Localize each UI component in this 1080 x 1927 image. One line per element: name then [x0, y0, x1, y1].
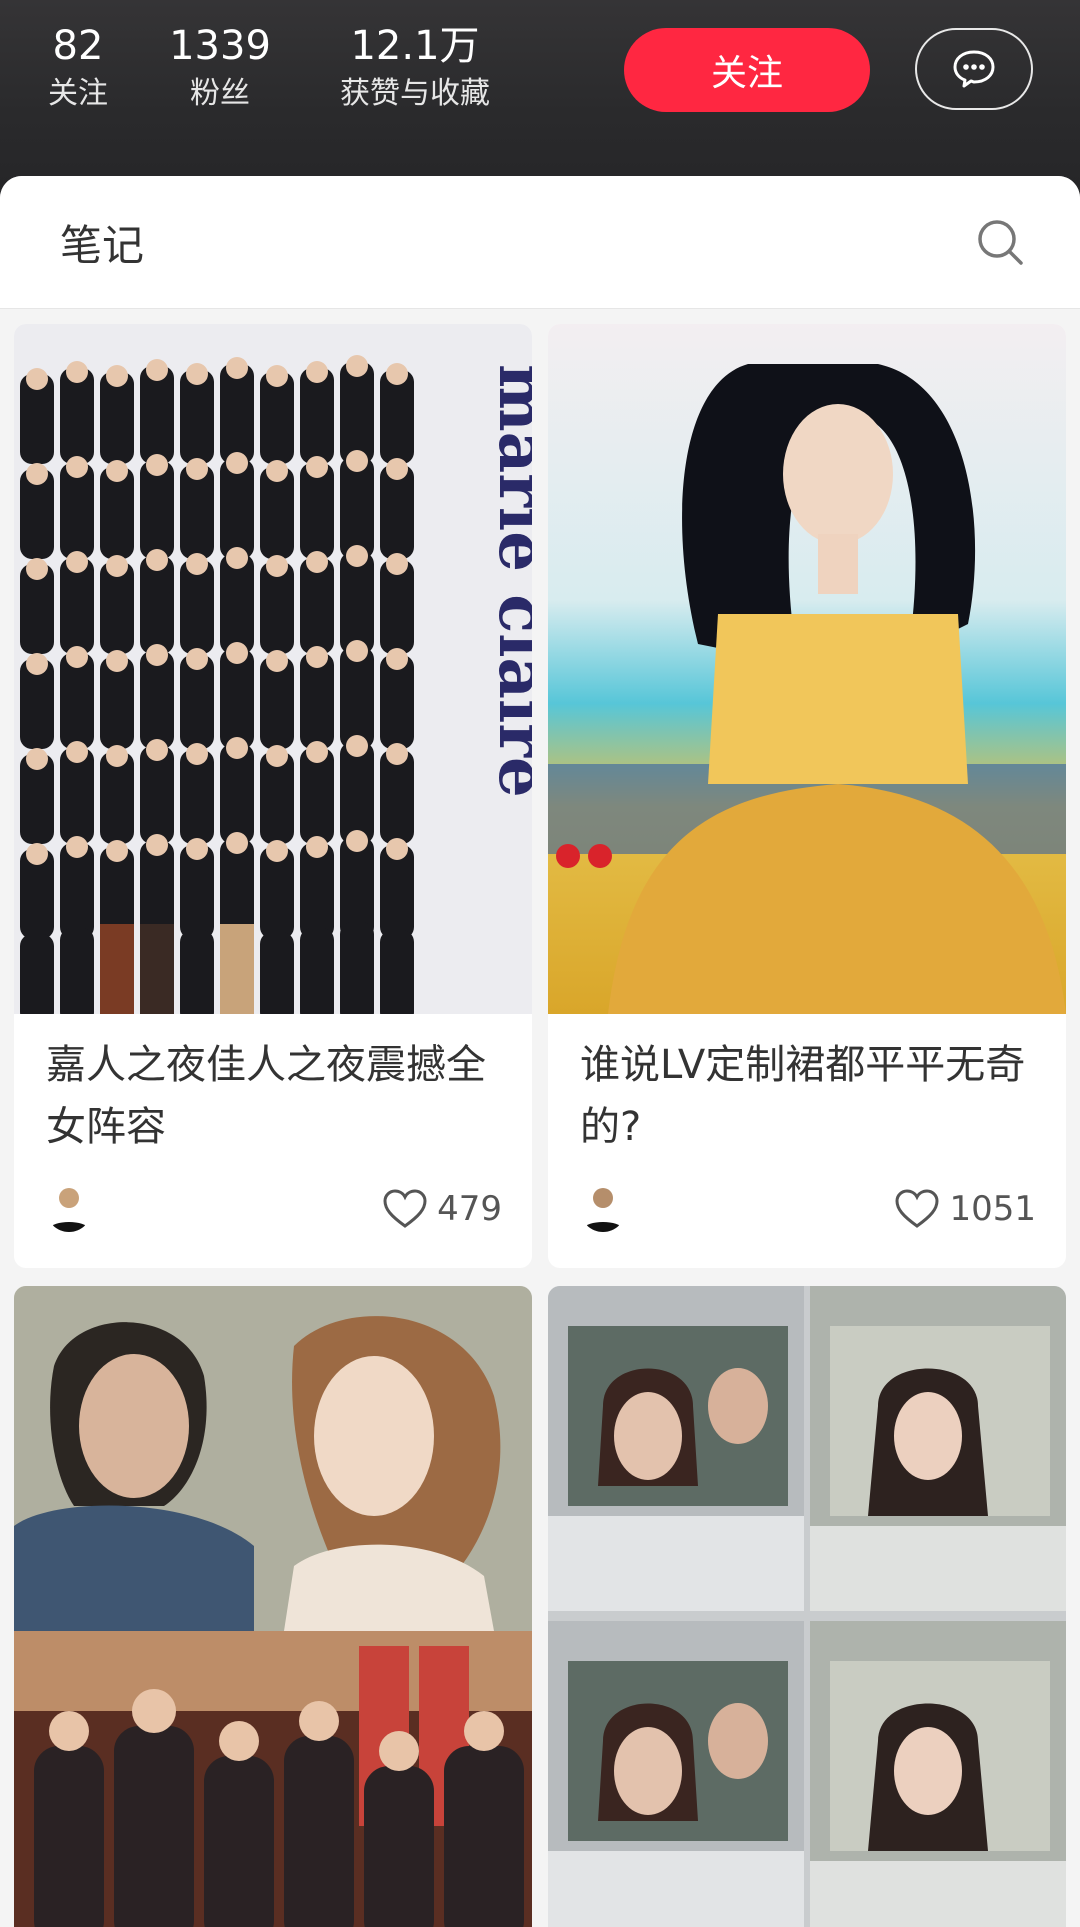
profile-header: 82 关注 1339 粉丝 12.1万 获赞与收藏 关注	[0, 0, 1080, 190]
follow-button[interactable]: 关注	[624, 28, 870, 112]
author-avatar[interactable]	[46, 1186, 92, 1232]
note-card[interactable]: 谁说LV定制裙都平平无奇的? 1051	[548, 324, 1066, 1268]
like-count: 479	[437, 1189, 502, 1229]
heart-icon	[895, 1189, 939, 1228]
following-stat[interactable]: 82 关注	[38, 20, 118, 116]
note-title: 嘉人之夜佳人之夜震撼全女阵容	[46, 1042, 486, 1150]
like-counter[interactable]: 1051	[895, 1186, 1036, 1232]
author-avatar[interactable]	[580, 1186, 626, 1232]
following-count: 82	[52, 23, 104, 69]
note-cover-image	[14, 1286, 532, 1927]
followers-stat[interactable]: 1339 粉丝	[168, 20, 272, 116]
likes-collections-count: 12.1万	[350, 23, 480, 69]
likes-collections-label: 获赞与收藏	[340, 76, 490, 111]
cover-magazine-title: marie claire	[484, 364, 532, 798]
like-count: 1051	[949, 1189, 1036, 1229]
note-title: 谁说LV定制裙都平平无奇的?	[580, 1042, 1026, 1150]
heart-icon	[383, 1189, 427, 1228]
chat-bubble-icon	[953, 50, 995, 88]
followers-label: 粉丝	[190, 76, 250, 111]
likes-collections-stat[interactable]: 12.1万 获赞与收藏	[330, 20, 500, 116]
tab-notes[interactable]: 笔记	[60, 212, 144, 273]
notes-sheet: 笔记 marie claire 嘉人之夜佳人之夜震撼全女阵容 479 谁说LV定…	[0, 176, 1080, 1927]
note-card[interactable]: marie claire 嘉人之夜佳人之夜震撼全女阵容 479	[14, 324, 532, 1268]
note-cover-image	[548, 1286, 1066, 1927]
followers-count: 1339	[169, 23, 271, 69]
message-button[interactable]	[915, 28, 1033, 110]
note-cover-image	[548, 324, 1066, 1014]
note-card[interactable]	[548, 1286, 1066, 1927]
note-cover-image: marie claire	[14, 324, 532, 1014]
tab-bar: 笔记	[0, 176, 1080, 309]
note-card[interactable]	[14, 1286, 532, 1927]
following-label: 关注	[48, 76, 108, 111]
search-icon[interactable]	[974, 216, 1026, 268]
like-counter[interactable]: 479	[383, 1186, 502, 1232]
